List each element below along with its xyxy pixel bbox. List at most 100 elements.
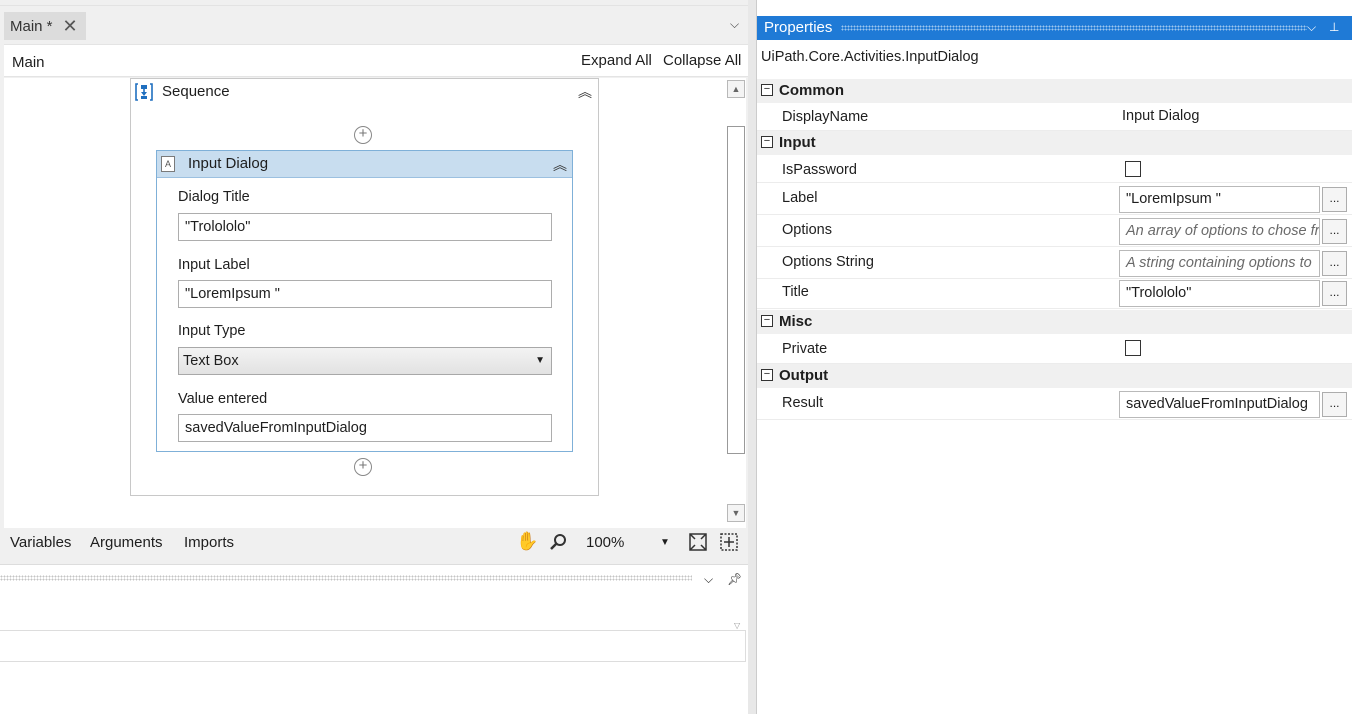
panel-row[interactable] [0, 630, 746, 662]
output-panel: ⌵ 📌︎ ▽ [0, 564, 748, 714]
private-checkbox[interactable] [1125, 340, 1141, 356]
hand-pan-icon[interactable]: ✋ [516, 531, 538, 552]
sequence-header[interactable]: Sequence ︽ [131, 79, 598, 105]
property-name: DisplayName [782, 109, 869, 125]
result-input[interactable]: savedValueFromInputDialog [1119, 391, 1320, 418]
double-chevron-up-icon[interactable]: ︽ [578, 82, 592, 102]
dropdown-arrow-icon: ▼ [535, 355, 545, 366]
input-label-label: Input Label [178, 257, 250, 273]
chevron-down-icon[interactable]: ⌵ [730, 17, 739, 32]
category-output[interactable]: − Output [757, 364, 1352, 388]
scroll-down-icon[interactable]: ▼ [727, 504, 745, 522]
property-name: Options [782, 222, 832, 238]
property-row-result: Result savedValueFromInputDialog ... [757, 388, 1352, 420]
category-input[interactable]: − Input [757, 131, 1352, 155]
property-row-displayname: DisplayName Input Dialog [757, 103, 1352, 131]
result-ellipsis-button[interactable]: ... [1322, 392, 1347, 417]
sequence-title: Sequence [162, 83, 230, 100]
imports-tab[interactable]: Imports [184, 534, 234, 551]
reset-zoom-icon[interactable] [719, 532, 739, 552]
plus-circle-icon[interactable]: + [354, 126, 372, 144]
chevron-down-icon[interactable]: ⌵ [1307, 20, 1316, 35]
property-row-options: Options An array of options to chose fro… [757, 215, 1352, 247]
property-row-ispassword: IsPassword [757, 155, 1352, 183]
dialog-title-input[interactable]: "Trolololo" [178, 213, 552, 241]
property-name: Options String [782, 254, 874, 270]
close-icon[interactable]: ✕ [63, 16, 78, 37]
ispassword-checkbox[interactable] [1125, 161, 1141, 177]
zoom-level[interactable]: 100% [586, 534, 624, 551]
panel-grip [841, 25, 1307, 31]
label-input[interactable]: "LoremIpsum " [1119, 186, 1320, 213]
breadcrumb[interactable]: Main [12, 54, 45, 71]
title-ellipsis-button[interactable]: ... [1322, 281, 1347, 306]
pin-icon[interactable]: 📌︎ [727, 572, 742, 586]
collapse-toggle-icon[interactable]: − [761, 84, 773, 96]
expand-all-button[interactable]: Expand All [581, 52, 652, 69]
chevron-down-icon[interactable]: ▽ [734, 621, 740, 630]
options-input[interactable]: An array of options to chose from [1119, 218, 1320, 245]
category-label: Input [779, 134, 816, 151]
breadcrumb-bar: Main Expand All Collapse All [4, 44, 748, 77]
options-string-input[interactable]: A string containing options to [1119, 250, 1320, 277]
chevron-down-icon[interactable]: ▼ [660, 537, 670, 548]
properties-title: Properties [764, 19, 833, 36]
displayname-value[interactable]: Input Dialog [1122, 108, 1199, 124]
sequence-icon [135, 83, 153, 101]
title-input[interactable]: "Trolololo" [1119, 280, 1320, 307]
property-row-label: Label "LoremIpsum " ... [757, 183, 1352, 215]
property-name: Result [782, 395, 824, 411]
vertical-scrollbar[interactable]: ▲ ▼ [726, 78, 746, 528]
collapse-all-button[interactable]: Collapse All [663, 52, 741, 69]
plus-circle-icon[interactable]: + [354, 458, 372, 476]
input-type-label: Input Type [178, 323, 246, 339]
property-row-title: Title "Trolololo" ... [757, 277, 1352, 309]
value-entered-label: Value entered [178, 391, 268, 407]
pin-icon[interactable]: ⊥ [1329, 20, 1339, 34]
dialog-title-label: Dialog Title [178, 189, 250, 205]
collapse-toggle-icon[interactable]: − [761, 136, 773, 148]
collapse-toggle-icon[interactable]: − [761, 315, 773, 327]
property-name: Label [782, 190, 818, 206]
scroll-up-icon[interactable]: ▲ [727, 80, 745, 98]
value-entered-input[interactable]: savedValueFromInputDialog [178, 414, 552, 442]
properties-pane: Properties ⌵ ⊥ UiPath.Core.Activities.In… [756, 0, 1353, 714]
variables-tab[interactable]: Variables [10, 534, 71, 551]
property-name: Private [782, 341, 828, 357]
options-string-ellipsis-button[interactable]: ... [1322, 251, 1347, 276]
designer-bottom-bar: Variables Arguments Imports ✋ 100% ▼ [0, 528, 748, 556]
input-dialog-icon: A [161, 156, 175, 172]
category-common[interactable]: − Common [757, 79, 1352, 103]
category-label: Misc [779, 313, 813, 330]
input-label-input[interactable]: "LoremIpsum " [178, 280, 552, 308]
fit-to-screen-icon[interactable] [688, 532, 708, 552]
activity-type-name: UiPath.Core.Activities.InputDialog [761, 49, 979, 65]
tab-main[interactable]: Main * ✕ [4, 12, 86, 40]
tab-main-label: Main * [10, 17, 53, 35]
options-ellipsis-button[interactable]: ... [1322, 219, 1347, 244]
designer-pane: Main * ✕ ⌵ Main Expand All Collapse All … [0, 0, 748, 714]
category-misc[interactable]: − Misc [757, 310, 1352, 334]
input-type-value: Text Box [183, 353, 239, 369]
category-label: Common [779, 82, 844, 99]
property-row-private: Private [757, 334, 1352, 364]
input-dialog-activity[interactable]: A Input Dialog ︽ Dialog Title "Trolololo… [156, 150, 573, 452]
property-name: IsPassword [782, 162, 857, 178]
category-label: Output [779, 367, 829, 384]
panel-grip[interactable] [0, 575, 692, 581]
magnifier-icon[interactable] [549, 533, 567, 551]
label-ellipsis-button[interactable]: ... [1322, 187, 1347, 212]
double-chevron-up-icon[interactable]: ︽ [553, 155, 567, 175]
input-type-select[interactable]: Text Box ▼ [178, 347, 552, 375]
scroll-thumb[interactable] [727, 126, 745, 454]
activity-header[interactable]: A Input Dialog ︽ [157, 151, 572, 178]
collapse-toggle-icon[interactable]: − [761, 369, 773, 381]
properties-header[interactable]: Properties ⌵ ⊥ [757, 16, 1352, 40]
property-row-options-string: Options String A string containing optio… [757, 247, 1352, 279]
arguments-tab[interactable]: Arguments [90, 534, 163, 551]
property-name: Title [782, 284, 809, 300]
pane-splitter[interactable] [748, 0, 756, 714]
activity-title: Input Dialog [188, 155, 269, 172]
chevron-down-icon[interactable]: ⌵ [704, 572, 713, 587]
top-strip [0, 0, 748, 6]
